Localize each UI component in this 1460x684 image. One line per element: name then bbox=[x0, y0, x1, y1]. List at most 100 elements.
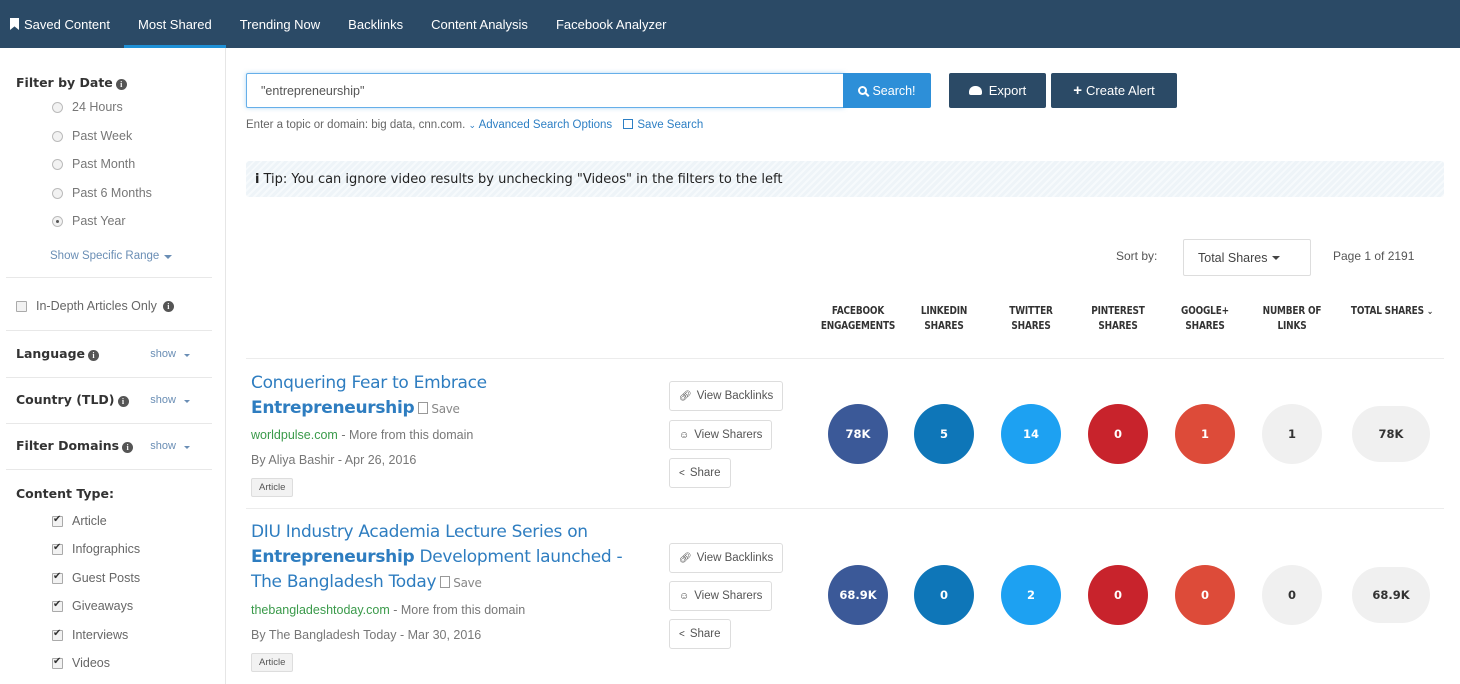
top-navigation: Saved Content Most Shared Trending Now B… bbox=[0, 0, 1460, 48]
search-icon bbox=[858, 86, 868, 95]
tab-backlinks[interactable]: Backlinks bbox=[334, 0, 417, 48]
radio-icon[interactable] bbox=[52, 187, 63, 199]
save-search-link[interactable]: Save Search bbox=[615, 119, 703, 131]
domain-link[interactable]: thebangladeshtoday.com bbox=[251, 603, 390, 617]
checkbox-checked-icon[interactable] bbox=[52, 599, 63, 612]
info-icon[interactable]: i bbox=[117, 396, 129, 407]
view-backlinks-button[interactable]: 🔗︎ View Backlinks bbox=[669, 543, 784, 573]
export-button[interactable]: Export bbox=[949, 73, 1046, 108]
filter-domains-show-link[interactable]: show bbox=[150, 440, 190, 452]
result-byline: By Aliya Bashir - Apr 26, 2016 bbox=[251, 453, 417, 467]
result-domain-line: thebangladeshtoday.com - More from this … bbox=[251, 603, 525, 617]
country-filter[interactable]: Country (TLD) i show bbox=[16, 392, 206, 407]
content-type-interviews[interactable]: Interviews bbox=[52, 628, 128, 642]
info-icon[interactable]: i bbox=[122, 442, 134, 453]
save-link[interactable]: Save bbox=[418, 402, 460, 416]
content-type-guest-posts[interactable]: Guest Posts bbox=[52, 571, 140, 585]
pinterest-shares-count: 0 bbox=[1088, 565, 1148, 625]
language-heading: Language i bbox=[16, 346, 100, 361]
advanced-search-link[interactable]: ⌄ Advanced Search Options bbox=[468, 119, 612, 131]
radio-icon[interactable] bbox=[52, 101, 63, 113]
checkbox-checked-icon[interactable] bbox=[52, 571, 63, 584]
checkbox-icon[interactable] bbox=[16, 300, 27, 312]
date-option-past-month[interactable]: Past Month bbox=[52, 157, 135, 171]
radio-icon[interactable] bbox=[52, 130, 63, 142]
tab-label: Content Analysis bbox=[431, 16, 528, 32]
result-title[interactable]: Conquering Fear to Embrace Entrepreneurs… bbox=[251, 371, 487, 422]
tab-facebook-analyzer[interactable]: Facebook Analyzer bbox=[542, 0, 681, 48]
divider bbox=[6, 423, 212, 424]
info-icon[interactable]: i bbox=[162, 300, 174, 312]
share-button[interactable]: < Share bbox=[669, 619, 731, 649]
tab-label: Backlinks bbox=[348, 16, 404, 32]
link-icon: 🔗︎ bbox=[679, 552, 692, 564]
date-option-past-year[interactable]: Past Year bbox=[52, 214, 126, 228]
facebook-engagements-count: 68.9K bbox=[828, 565, 888, 625]
create-alert-button[interactable]: + Create Alert bbox=[1051, 73, 1177, 108]
tab-label: Trending Now bbox=[239, 16, 321, 32]
info-icon[interactable]: i bbox=[115, 79, 127, 90]
info-icon[interactable]: i bbox=[88, 350, 100, 361]
content-type-videos[interactable]: Videos bbox=[52, 656, 110, 670]
column-header-pinterest[interactable]: PINTEREST SHARES bbox=[1076, 304, 1161, 334]
tab-content-analysis[interactable]: Content Analysis bbox=[417, 0, 542, 48]
date-option-past-6-months[interactable]: Past 6 Months bbox=[52, 186, 152, 200]
save-icon bbox=[623, 119, 634, 129]
save-link[interactable]: Save bbox=[440, 576, 482, 590]
result-title[interactable]: DIU Industry Academia Lecture Series on … bbox=[251, 520, 623, 596]
checkbox-checked-icon[interactable] bbox=[52, 628, 63, 641]
twitter-shares-count: 2 bbox=[1001, 565, 1061, 625]
language-show-link[interactable]: show bbox=[150, 348, 190, 360]
search-input[interactable] bbox=[246, 73, 844, 108]
users-icon: ☺ bbox=[679, 590, 690, 602]
result-domain-line: worldpulse.com - More from this domain bbox=[251, 428, 473, 442]
column-header-linkedin[interactable]: LINKEDIN SHARES bbox=[902, 304, 987, 334]
content-type-article[interactable]: Article bbox=[52, 514, 107, 528]
caret-down-icon bbox=[1272, 255, 1281, 260]
language-filter[interactable]: Language i show bbox=[16, 346, 206, 361]
share-icon: < bbox=[679, 467, 685, 479]
column-header-googleplus[interactable]: GOOGLE+ SHARES bbox=[1163, 304, 1248, 334]
column-header-total-shares[interactable]: TOTAL SHARES ⌄ bbox=[1344, 304, 1439, 320]
divider bbox=[6, 277, 212, 278]
radio-checked-icon[interactable] bbox=[52, 215, 63, 227]
tab-saved-content[interactable]: Saved Content bbox=[0, 0, 124, 48]
divider bbox=[6, 377, 212, 378]
column-header-twitter[interactable]: TWITTER SHARES bbox=[989, 304, 1074, 334]
radio-icon[interactable] bbox=[52, 158, 63, 170]
filter-by-date-heading: Filter by Date i bbox=[16, 75, 127, 90]
view-sharers-button[interactable]: ☺ View Sharers bbox=[669, 581, 773, 611]
checkbox-checked-icon[interactable] bbox=[52, 656, 63, 669]
tab-trending-now[interactable]: Trending Now bbox=[226, 0, 334, 48]
date-option-24-hours[interactable]: 24 Hours bbox=[52, 100, 123, 114]
content-type-infographics[interactable]: Infographics bbox=[52, 542, 140, 556]
checkbox-checked-icon[interactable] bbox=[52, 542, 63, 555]
column-header-links[interactable]: NUMBER OF LINKS bbox=[1250, 304, 1335, 334]
view-sharers-button[interactable]: ☺ View Sharers bbox=[669, 420, 773, 450]
sort-select[interactable]: Total Shares bbox=[1183, 239, 1311, 276]
result-byline: By The Bangladesh Today - Mar 30, 2016 bbox=[251, 628, 482, 642]
search-button[interactable]: Search! bbox=[843, 73, 931, 108]
chevron-down-icon: ⌄ bbox=[468, 120, 477, 130]
more-from-domain-link[interactable]: - More from this domain bbox=[341, 428, 473, 442]
domain-link[interactable]: worldpulse.com bbox=[251, 428, 338, 442]
share-button[interactable]: < Share bbox=[669, 458, 731, 488]
tab-label: Most Shared bbox=[138, 16, 212, 32]
country-show-link[interactable]: show bbox=[150, 394, 190, 406]
show-specific-range-link[interactable]: Show Specific Range bbox=[50, 250, 172, 262]
in-depth-articles-checkbox[interactable]: In-Depth Articles Only i bbox=[16, 299, 174, 313]
date-option-past-week[interactable]: Past Week bbox=[52, 129, 132, 143]
total-shares-count: 78K bbox=[1352, 406, 1430, 462]
cloud-download-icon bbox=[968, 86, 982, 95]
view-backlinks-button[interactable]: 🔗︎ View Backlinks bbox=[669, 381, 784, 411]
more-from-domain-link[interactable]: - More from this domain bbox=[393, 603, 525, 617]
checkbox-checked-icon[interactable] bbox=[52, 514, 63, 527]
number-of-links-count: 1 bbox=[1262, 404, 1322, 464]
filter-domains[interactable]: Filter Domains i show bbox=[16, 438, 206, 453]
tab-most-shared[interactable]: Most Shared bbox=[124, 0, 226, 48]
divider bbox=[6, 330, 212, 331]
search-help-text: Enter a topic or domain: big data, cnn.c… bbox=[246, 119, 704, 131]
content-type-giveaways[interactable]: Giveaways bbox=[52, 599, 133, 613]
column-header-facebook[interactable]: FACEBOOK ENGAGEMENTS bbox=[816, 304, 901, 334]
number-of-links-count: 0 bbox=[1262, 565, 1322, 625]
